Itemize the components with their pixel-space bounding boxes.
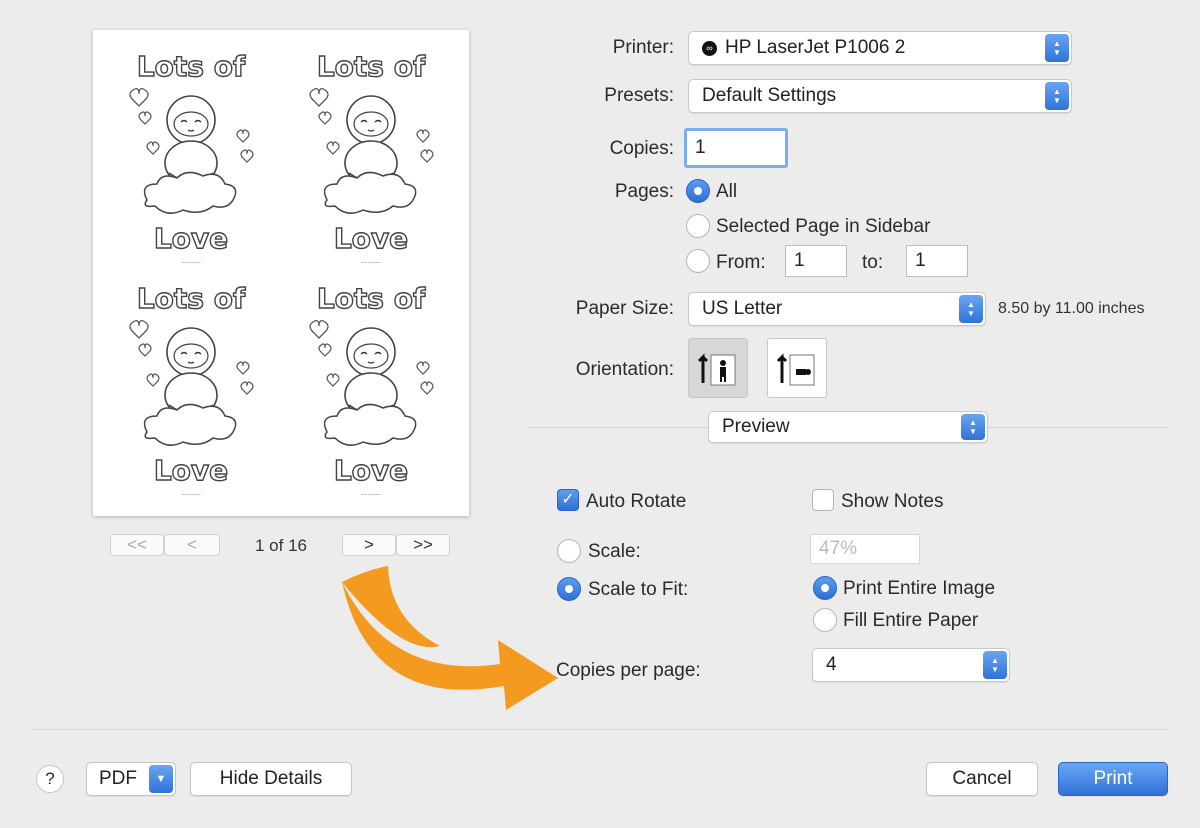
paper-size-label: Paper Size: (575, 298, 674, 319)
landscape-icon (776, 353, 815, 386)
scale-value: 47% (819, 538, 858, 559)
pdf-label: PDF (99, 768, 137, 789)
chevron-updown-icon: ▲ ▼ (983, 651, 1007, 679)
presets-value: Default Settings (702, 85, 837, 106)
previous-page-label: < (187, 535, 197, 554)
pages-from-field[interactable]: 1 (785, 245, 847, 277)
pdf-menu-button[interactable]: PDF ▼ (86, 762, 176, 796)
section-popup[interactable]: Preview ▲ ▼ (708, 411, 988, 443)
show-notes-checkbox[interactable] (812, 489, 834, 511)
pages-all-label: All (716, 181, 738, 202)
pages-range-radio[interactable] (686, 249, 710, 273)
cancel-button[interactable]: Cancel (926, 762, 1038, 796)
cancel-label: Cancel (952, 768, 1012, 789)
show-notes-label: Show Notes (841, 491, 944, 512)
copies-field[interactable]: 1 (684, 128, 788, 168)
print-button[interactable]: Print (1058, 762, 1168, 796)
hide-details-button[interactable]: Hide Details (190, 762, 352, 796)
print-entire-image-radio[interactable] (813, 576, 837, 600)
paper-size-value: US Letter (702, 298, 783, 319)
paper-size-popup[interactable]: US Letter ▲ ▼ (688, 292, 986, 326)
scale-label: Scale: (588, 541, 641, 562)
paper-dimensions: 8.50 by 11.00 inches (998, 300, 1145, 317)
copies-per-page-label: Copies per page: (556, 660, 701, 681)
last-page-button[interactable]: >> (396, 534, 450, 556)
print-entire-image-label: Print Entire Image (843, 578, 996, 599)
pages-to-label: to: (862, 252, 884, 273)
fill-entire-paper-label: Fill Entire Paper (843, 610, 979, 631)
pages-all-radio[interactable] (686, 179, 710, 203)
pages-to-value: 1 (915, 250, 926, 271)
footer-separator (32, 729, 1168, 730)
fill-entire-paper-radio[interactable] (813, 608, 837, 632)
first-page-button[interactable]: << (110, 534, 164, 556)
presets-label: Presets: (604, 85, 674, 106)
help-button[interactable]: ? (36, 765, 64, 793)
section-popup-value: Preview (722, 416, 790, 437)
copies-per-page-value: 4 (826, 654, 837, 675)
chevron-updown-icon: ▲ ▼ (1045, 34, 1069, 62)
pages-selected-label: Selected Page in Sidebar (716, 216, 931, 237)
scale-field[interactable]: 47% (810, 534, 920, 564)
chevron-updown-icon: ▲ ▼ (1045, 82, 1069, 110)
auto-rotate-label: Auto Rotate (586, 491, 687, 512)
next-page-button[interactable]: > (342, 534, 396, 556)
printer-label: Printer: (612, 37, 674, 58)
auto-rotate-checkbox[interactable]: ✓ (557, 489, 579, 511)
scale-radio[interactable] (557, 539, 581, 563)
pages-to-field[interactable]: 1 (906, 245, 968, 277)
printer-status-icon: ∞ (702, 40, 717, 56)
next-page-label: > (364, 535, 374, 554)
pages-from-label: From: (716, 252, 766, 273)
last-page-label: >> (413, 535, 433, 554)
scale-to-fit-label: Scale to Fit: (588, 579, 689, 600)
presets-popup[interactable]: Default Settings ▲ ▼ (688, 79, 1072, 113)
pages-selected-radio[interactable] (686, 214, 710, 238)
previous-page-button[interactable]: < (164, 534, 220, 556)
first-page-label: << (127, 535, 147, 554)
orange-arrow-annotation (342, 566, 558, 710)
printer-value: HP LaserJet P1006 2 (725, 37, 906, 58)
portrait-icon (697, 353, 736, 386)
scale-to-fit-radio[interactable] (557, 577, 581, 601)
printer-popup[interactable]: ∞ HP LaserJet P1006 2 ▲ ▼ (688, 31, 1072, 65)
portrait-orientation-button[interactable] (688, 338, 748, 398)
preview-thumbnails: Lots of Love ~~~~~~ (129, 49, 434, 498)
chevron-updown-icon: ▲ ▼ (961, 414, 985, 440)
copies-label: Copies: (609, 138, 674, 159)
page-preview: Lots of Love ~~~~~~ (93, 30, 469, 516)
copies-per-page-popup[interactable]: 4 ▲ ▼ (812, 648, 1010, 682)
hide-details-label: Hide Details (219, 768, 323, 789)
orientation-label: Orientation: (575, 359, 674, 380)
chevron-updown-icon: ▲ ▼ (959, 295, 983, 323)
copies-value: 1 (695, 137, 706, 158)
landscape-orientation-button[interactable] (767, 338, 827, 398)
help-label: ? (45, 769, 55, 788)
pages-from-value: 1 (794, 250, 805, 271)
page-indicator: 1 of 16 (255, 536, 307, 555)
chevron-down-icon: ▼ (149, 765, 173, 793)
pages-label: Pages: (614, 181, 674, 202)
print-label: Print (1093, 768, 1133, 789)
